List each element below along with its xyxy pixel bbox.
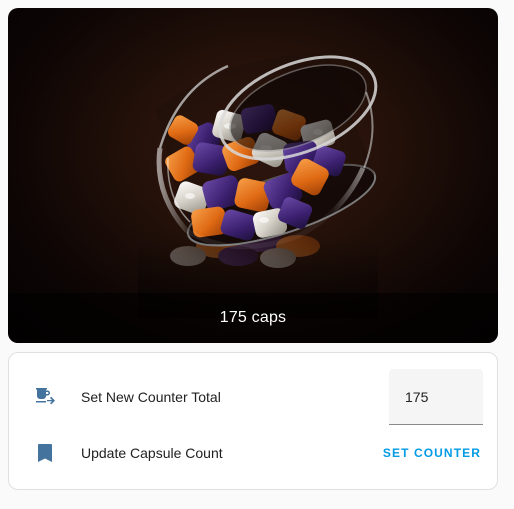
entities-card: Set New Counter Total 175 Update Capsule… (8, 352, 498, 490)
set-counter-button[interactable]: SET COUNTER (383, 442, 481, 464)
counter-total-value: 175 (405, 388, 429, 405)
counter-total-label: Set New Counter Total (81, 389, 221, 405)
capsule-count-caption: 175 caps (219, 309, 287, 326)
picture-card[interactable]: 175 caps (8, 8, 498, 343)
bookmark-icon (38, 444, 52, 462)
update-count-label: Update Capsule Count (81, 445, 223, 461)
counter-total-row: Set New Counter Total 175 (9, 369, 497, 425)
counter-total-input[interactable]: 175 (389, 369, 483, 425)
caption-bar: 175 caps (8, 293, 498, 343)
update-count-row: Update Capsule Count SET COUNTER (9, 425, 497, 481)
coffee-to-go-icon (36, 388, 55, 405)
